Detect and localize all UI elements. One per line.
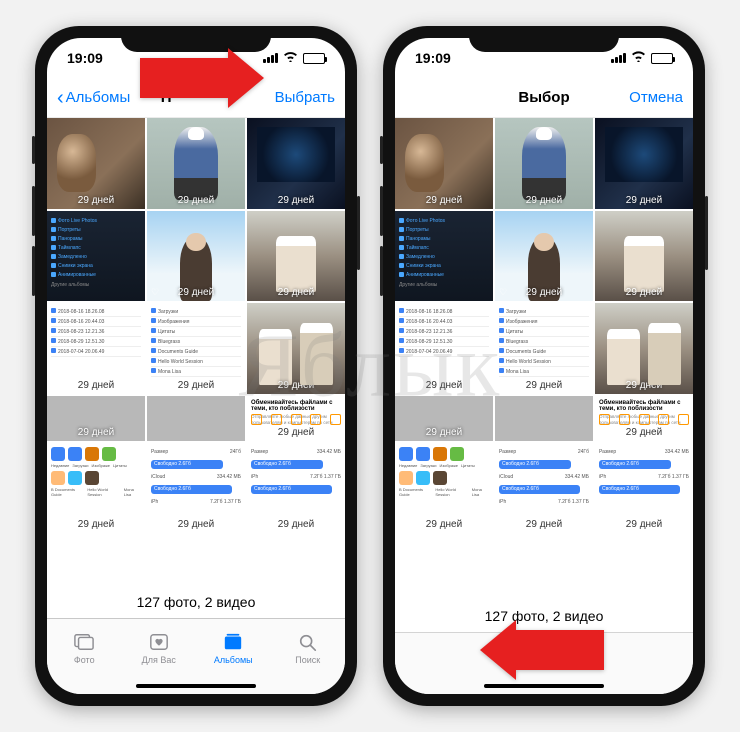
thumb[interactable]: 29 дней	[395, 118, 493, 209]
days-label: 29 дней	[526, 380, 562, 391]
thumb[interactable]: Размер24Гб Свободно 2.6Гб iCloud334.42 М…	[147, 443, 245, 534]
thumb[interactable]: 29 дней	[495, 118, 593, 209]
days-label: 29 дней	[426, 195, 462, 206]
thumb[interactable]: 2018-08-16 18.26.08 2018-08-16 20.44.03 …	[47, 303, 145, 394]
thumb[interactable]: Размер334.42 МБ Свободно 2.6Гб iPh7.2Гб …	[595, 443, 693, 534]
days-label: 29 дней	[78, 427, 114, 438]
status-time: 19:09	[415, 50, 451, 66]
thumb[interactable]: Обменивайтесь файлами с теми, кто поблиз…	[595, 396, 693, 441]
days-label: 29 дней	[426, 519, 462, 530]
thumb[interactable]: Размер334.42 МБ Свободно 2.6Гб iPh7.2Гб …	[247, 443, 345, 534]
thumb[interactable]: Загрузки Изображения Цитаты Bluegrass Do…	[495, 303, 593, 394]
days-label: 29 дней	[178, 380, 214, 391]
days-label: 29 дней	[526, 195, 562, 206]
phone-frame-left: 19:09 ‹ Альбомы Н Выбрать	[35, 26, 357, 706]
battery-icon	[651, 53, 673, 64]
back-label: Альбомы	[66, 89, 131, 106]
signal-icon	[611, 53, 626, 63]
thumb[interactable]: 29 дней	[247, 118, 345, 209]
days-label: 29 дней	[78, 195, 114, 206]
thumb[interactable]: 29 дней	[595, 211, 693, 302]
days-label: 29 дней	[426, 380, 462, 391]
days-label: 29 дней	[626, 427, 662, 438]
home-indicator[interactable]	[136, 684, 256, 688]
thumb[interactable]: ♡ 29 дней	[147, 211, 245, 302]
thumb[interactable]: НедавниеЗагрузкиИзображеЦитаты B Documen…	[47, 443, 145, 534]
tab-photos[interactable]: Фото	[47, 619, 122, 676]
thumb[interactable]: НедавниеЗагрузкиИзображеЦитаты B Documen…	[395, 443, 493, 534]
days-label: 29 дней	[626, 380, 662, 391]
tab-bar: Фото Для Вас Альбомы Поиск	[47, 618, 345, 676]
days-label: 29 дней	[78, 380, 114, 391]
days-label: 29 дней	[178, 519, 214, 530]
tab-label: Альбомы	[214, 655, 253, 665]
home-indicator[interactable]	[484, 684, 604, 688]
nav-bar: Выбор Отмена	[395, 78, 693, 118]
days-label: 29 дней	[278, 380, 314, 391]
cancel-button[interactable]: Отмена	[629, 89, 683, 106]
days-label: 29 дней	[278, 195, 314, 206]
phone-frame-right: 19:09 Выбор Отмена 29 дней 29 дней	[383, 26, 705, 706]
thumb[interactable]	[147, 396, 245, 441]
thumb[interactable]: Фото Live Photos Портреты Панорамы Таймл…	[395, 211, 493, 302]
days-label: 29 дней	[626, 195, 662, 206]
photo-grid[interactable]: 29 дней 29 дней 29 дней Фото Live Photos…	[47, 118, 345, 582]
tab-albums[interactable]: Альбомы	[196, 619, 271, 676]
thumb[interactable]: Загрузки Изображения Цитаты Bluegrass Do…	[147, 303, 245, 394]
nav-title: Выбор	[518, 89, 569, 106]
days-label: 29 дней	[526, 519, 562, 530]
days-label: 29 дней	[278, 287, 314, 298]
thumb[interactable]: 29 дней	[595, 118, 693, 209]
annotation-arrow-delete	[480, 620, 604, 680]
wifi-icon	[631, 51, 646, 65]
heart-icon: ♡	[499, 287, 507, 298]
days-label: 29 дней	[278, 519, 314, 530]
tab-label: Фото	[74, 655, 95, 665]
thumb[interactable]: 2018-08-16 18.26.08 2018-08-16 20.44.03 …	[395, 303, 493, 394]
days-label: 29 дней	[178, 287, 214, 298]
photos-icon	[72, 631, 96, 653]
thumb[interactable]: 29 дней	[247, 211, 345, 302]
thumb[interactable]: 29 дней	[595, 303, 693, 394]
tab-label: Поиск	[295, 655, 320, 665]
thumb[interactable]: Обменивайтесь файлами с теми, кто поблиз…	[247, 396, 345, 441]
thumb[interactable]: 29 дней	[47, 396, 145, 441]
days-label: 29 дней	[178, 195, 214, 206]
days-label: 29 дней	[626, 519, 662, 530]
thumb[interactable]	[495, 396, 593, 441]
select-button[interactable]: Выбрать	[275, 89, 335, 106]
tab-foryou[interactable]: Для Вас	[122, 619, 197, 676]
thumb[interactable]: 29 дней	[47, 118, 145, 209]
battery-icon	[303, 53, 325, 64]
annotation-arrow-select	[140, 48, 264, 108]
heart-icon: ♡	[151, 287, 159, 298]
photo-grid[interactable]: 29 дней 29 дней 29 дней Фото Live Photos…	[395, 118, 693, 596]
thumb[interactable]: Фото Live Photos Портреты Панорамы Таймл…	[47, 211, 145, 302]
days-label: 29 дней	[78, 519, 114, 530]
back-button[interactable]: ‹ Альбомы	[57, 89, 130, 106]
thumb[interactable]: 29 дней	[395, 396, 493, 441]
tab-search[interactable]: Поиск	[271, 619, 346, 676]
albums-icon	[221, 631, 245, 653]
thumb[interactable]: Размер24Гб Свободно 2.6Гб iCloud334.42 М…	[495, 443, 593, 534]
days-label: 29 дней	[278, 427, 314, 438]
wifi-icon	[283, 51, 298, 65]
days-label: 29 дней	[626, 287, 662, 298]
days-label: 29 дней	[426, 427, 462, 438]
days-label: 29 дней	[526, 287, 562, 298]
summary-label: 127 фото, 2 видео	[47, 582, 345, 618]
signal-icon	[263, 53, 278, 63]
search-icon	[296, 631, 320, 653]
thumb[interactable]: ♡ 29 дней	[495, 211, 593, 302]
tab-label: Для Вас	[142, 655, 176, 665]
heart-icon	[147, 631, 171, 653]
thumb[interactable]: 29 дней	[247, 303, 345, 394]
status-time: 19:09	[67, 50, 103, 66]
thumb[interactable]: 29 дней	[147, 118, 245, 209]
